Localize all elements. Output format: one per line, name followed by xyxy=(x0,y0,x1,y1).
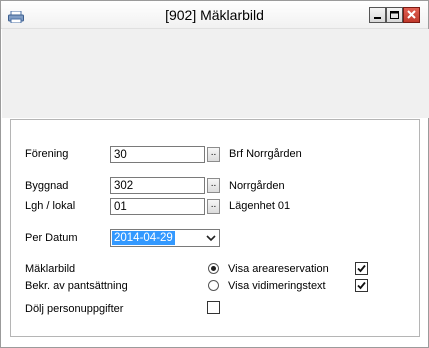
byggnad-name: Norrgården xyxy=(229,180,285,192)
close-icon xyxy=(407,10,416,19)
lgh-input[interactable]: 01 xyxy=(110,198,205,215)
makarbild-window: [902] Mäklarbild Förening 30 .. Brf Norr… xyxy=(0,0,429,348)
minimize-button[interactable] xyxy=(369,7,386,23)
window-title: [902] Mäklarbild xyxy=(165,7,264,23)
visa-vidimeringstext-radio[interactable] xyxy=(208,280,219,291)
close-button[interactable] xyxy=(403,7,420,23)
byggnad-lookup-button[interactable]: .. xyxy=(207,178,220,193)
byggnad-label: Byggnad xyxy=(25,180,69,192)
title-bar[interactable]: [902] Mäklarbild xyxy=(1,1,428,29)
dolj-personuppgifter-label: Dölj personuppgifter xyxy=(25,303,124,315)
visa-areareservation-label: Visa areareservation xyxy=(228,263,329,275)
maklarbild-label: Mäklarbild xyxy=(25,263,76,275)
checkmark-icon xyxy=(357,281,366,290)
forening-lookup-button[interactable]: .. xyxy=(207,147,220,162)
dolj-personuppgifter-checkbox[interactable] xyxy=(207,301,220,314)
per-datum-picker[interactable]: 2014-04-29 xyxy=(110,229,220,247)
visa-vidimeringstext-label: Visa vidimeringstext xyxy=(228,280,326,292)
visa-areareservation-checkbox[interactable] xyxy=(355,262,368,275)
maximize-button[interactable] xyxy=(386,7,403,23)
forening-label: Förening xyxy=(25,148,69,160)
toolbar-area xyxy=(2,29,429,118)
forening-input[interactable]: 30 xyxy=(110,146,205,163)
lgh-label: Lgh / lokal xyxy=(25,200,76,212)
chevron-down-icon[interactable] xyxy=(204,231,218,245)
minimize-icon xyxy=(374,17,381,19)
radio-selected-dot xyxy=(211,266,216,271)
lgh-lookup-button[interactable]: .. xyxy=(207,199,220,214)
visa-vidimeringstext-checkbox[interactable] xyxy=(355,279,368,292)
per-datum-label: Per Datum xyxy=(25,232,78,244)
maximize-icon xyxy=(390,11,399,19)
lgh-name: Lägenhet 01 xyxy=(229,200,291,212)
visa-areareservation-radio[interactable] xyxy=(208,263,219,274)
forening-name: Brf Norrgården xyxy=(229,148,302,160)
per-datum-value: 2014-04-29 xyxy=(112,231,175,245)
checkmark-icon xyxy=(357,264,366,273)
byggnad-input[interactable]: 302 xyxy=(110,177,205,194)
bekr-pantsattning-label: Bekr. av pantsättning xyxy=(25,280,128,292)
